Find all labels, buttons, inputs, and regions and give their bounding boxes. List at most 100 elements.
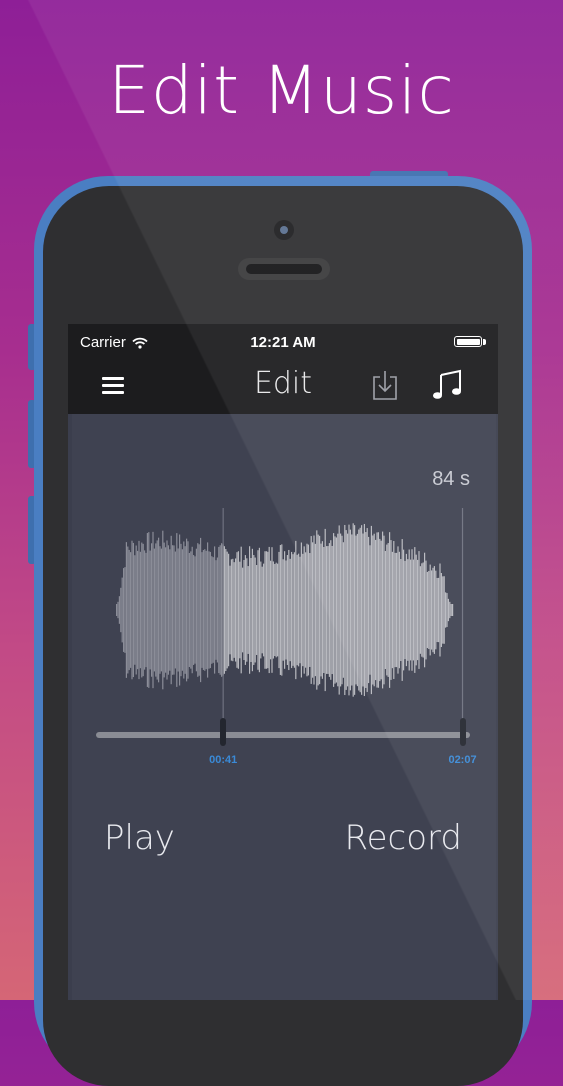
waveform-bar [345, 530, 347, 690]
waveform-bar [394, 552, 396, 668]
waveform-bar [446, 593, 448, 627]
waveform-bar [310, 536, 312, 684]
waveform-bar [277, 563, 279, 657]
waveform-bar [312, 542, 314, 678]
waveform-bar [361, 525, 363, 695]
waveform-bar [242, 567, 244, 653]
waveform-bar [404, 560, 406, 660]
waveform-bar [292, 554, 294, 666]
waveform-bar [260, 561, 262, 659]
waveform-bar [116, 604, 118, 616]
waveform-bar [188, 552, 190, 668]
waveform-bar [414, 547, 416, 673]
waveform-bar [198, 544, 200, 676]
waveform-bar [320, 543, 322, 677]
waveform-bar [326, 546, 328, 674]
waveform-bar [229, 565, 231, 655]
waveform-bar [284, 551, 286, 669]
waveform-bar [274, 563, 276, 657]
waveform-bar [435, 570, 437, 650]
waveform-bar [169, 549, 171, 671]
waveform-bar [438, 577, 440, 643]
waveform-bar [134, 555, 136, 665]
waveform-bar [417, 559, 419, 661]
waveform-bar [386, 544, 388, 676]
waveform-bar [194, 556, 196, 664]
waveform-bar [419, 566, 421, 654]
waveform-bar [264, 551, 266, 669]
battery-tip [483, 339, 486, 345]
waveform-bar [331, 545, 333, 675]
waveform-bar [128, 549, 130, 671]
waveform-bar [383, 535, 385, 685]
waveform-bar [313, 535, 315, 685]
waveform-bar [411, 549, 413, 671]
waveform-bar [237, 551, 239, 669]
waveform-bar [401, 539, 403, 681]
waveform-bar [375, 539, 377, 681]
waveform-bar [167, 545, 169, 675]
waveform-bar [162, 530, 164, 690]
trim-start-handle[interactable] [220, 718, 227, 746]
download-icon[interactable] [370, 368, 400, 402]
waveform-bar [323, 546, 325, 674]
music-note-icon[interactable] [430, 366, 466, 402]
waveform-bar [279, 545, 281, 675]
waveform-bar [373, 533, 375, 687]
waveform-bar [391, 551, 393, 669]
waveform-bar [125, 542, 127, 678]
waveform-bar [165, 547, 167, 673]
waveform-bar [258, 547, 260, 673]
waveform-bar [117, 601, 119, 619]
waveform-bar [303, 546, 305, 674]
waveform-bar [333, 533, 335, 687]
waveform-bar [412, 559, 414, 661]
waveform-bar [219, 545, 221, 675]
waveform-bar [293, 552, 295, 668]
waveform-bar [403, 549, 405, 671]
waveform-bar [442, 576, 444, 644]
waveform-bar [355, 535, 357, 685]
waveform-bar [176, 533, 178, 687]
trim-end-handle[interactable] [459, 718, 466, 746]
waveform-bar [316, 530, 318, 690]
waveform-bar [421, 563, 423, 657]
timeline-track[interactable] [96, 732, 470, 738]
waveform-bar [191, 546, 193, 674]
waveform-bar [327, 546, 329, 674]
waveform-bar [426, 571, 428, 649]
waveform-bar [306, 543, 308, 677]
waveform-bar [272, 561, 274, 659]
waveform-bar [405, 553, 407, 667]
waveform-bar [214, 546, 216, 674]
waveform-bar [278, 551, 280, 669]
waveform-bar [209, 551, 211, 669]
waveform-bar [184, 546, 186, 674]
waveform-bar [431, 570, 433, 650]
waveform-bar [450, 604, 452, 616]
waveform-bar [447, 598, 449, 622]
waveform-bar [270, 560, 272, 660]
waveform-bar [285, 560, 287, 660]
waveform-bar [156, 540, 158, 680]
record-button[interactable]: Record [345, 818, 462, 858]
play-button[interactable]: Play [104, 818, 175, 858]
waveform-bar [354, 525, 356, 695]
waveform-bar [201, 552, 203, 668]
waveform-bar [368, 536, 370, 684]
waveform-bar [230, 559, 232, 661]
waveform[interactable] [72, 502, 496, 762]
waveform-bar [418, 551, 420, 669]
waveform-bar [445, 592, 447, 628]
waveform-bar [410, 559, 412, 661]
waveform-bar [358, 529, 360, 691]
waveform-bar [347, 533, 349, 687]
waveform-bar [222, 544, 224, 676]
waveform-bar [155, 543, 157, 677]
waveform-bar [400, 558, 402, 662]
waveform-bar [250, 557, 252, 663]
waveform-bar [148, 532, 150, 688]
waveform-bar [149, 550, 151, 670]
waveform-bar [449, 601, 451, 619]
waveform-bar [422, 562, 424, 658]
